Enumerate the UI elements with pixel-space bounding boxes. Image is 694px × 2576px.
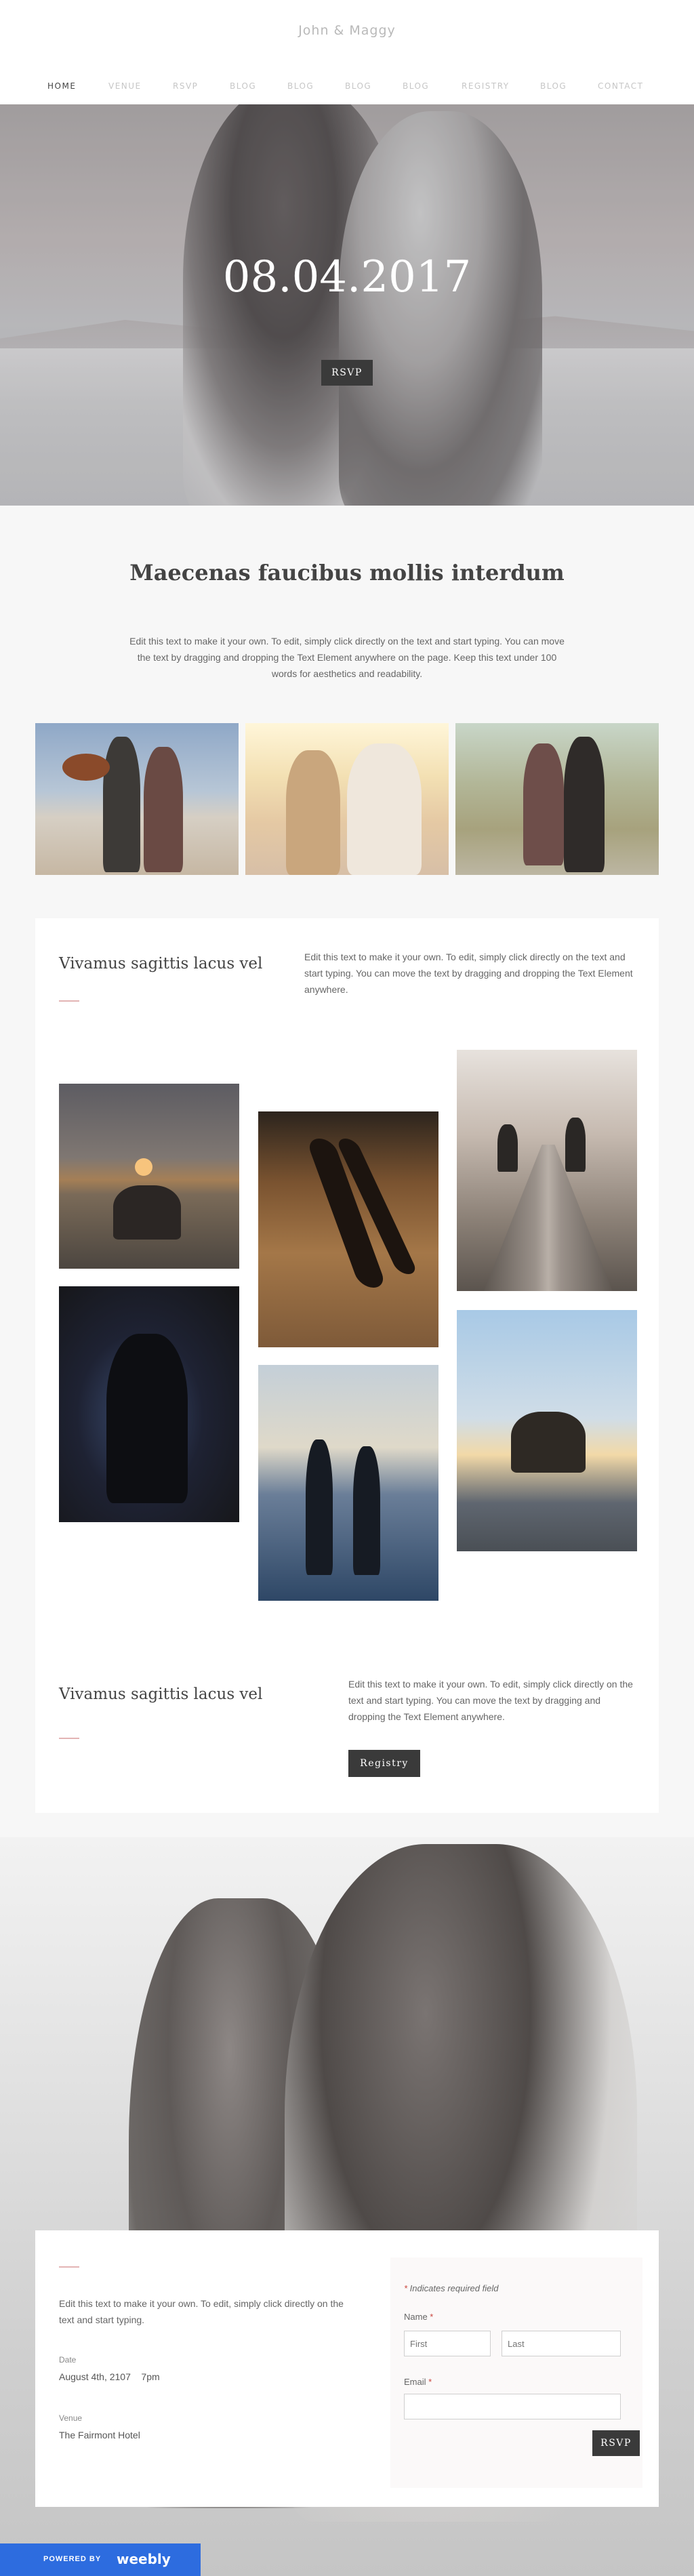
section1-divider <box>59 1000 79 1002</box>
registry-button[interactable]: Registry <box>348 1750 420 1777</box>
gallery-railway <box>457 1050 637 1291</box>
site-title[interactable]: John & Maggy <box>0 23 694 38</box>
weebly-logo: weebly <box>117 2551 171 2567</box>
email-input[interactable] <box>404 2394 621 2419</box>
hero-overlay <box>0 104 694 506</box>
gallery-night-couple <box>59 1286 239 1522</box>
photo-woman-figure <box>523 743 564 865</box>
photo-man-figure <box>103 737 140 872</box>
venue-label: Venue <box>59 2413 83 2423</box>
photo-man-figure <box>564 737 605 872</box>
intro-text: Edit this text to make it your own. To e… <box>129 636 565 679</box>
photo-couple-guitar <box>35 723 239 875</box>
gallery-sunrise-rocks <box>457 1310 637 1551</box>
date-label: Date <box>59 2355 77 2365</box>
nav-item-contact[interactable]: CONTACT <box>598 81 643 91</box>
photo-couple-path <box>455 723 659 875</box>
couple-silhouette <box>113 1185 181 1240</box>
photo-woman-figure <box>286 750 340 875</box>
person-silhouette <box>497 1124 518 1172</box>
gallery-couple-water <box>258 1365 438 1601</box>
email-field-label: Email * <box>404 2377 432 2387</box>
required-note: * Indicates required field <box>404 2283 499 2293</box>
nav-item-registry[interactable]: REGISTRY <box>462 81 510 91</box>
nav-item-venue[interactable]: VENUE <box>108 81 142 91</box>
nav-item-blog-3[interactable]: BLOG <box>345 81 371 91</box>
intro-heading: Maecenas faucibus mollis interdum <box>129 560 565 586</box>
name-field-label: Name * <box>404 2312 434 2322</box>
gallery-shadows-path <box>258 1111 438 1347</box>
rsvp-intro-text: Edit this text to make it your own. To e… <box>59 2298 344 2325</box>
woman-silhouette <box>353 1446 380 1575</box>
sun-shape <box>135 1158 152 1176</box>
nav-item-blog-5[interactable]: BLOG <box>540 81 567 91</box>
venue-value: The Fairmont Hotel <box>59 2430 140 2440</box>
section2-text: Edit this text to make it your own. To e… <box>348 1679 633 1722</box>
section2-title: Vivamus sagittis lacus vel <box>59 1685 263 1703</box>
gallery-sunset-couple <box>59 1084 239 1269</box>
powered-by-text: POWERED BY <box>43 2555 102 2563</box>
nav-item-home[interactable]: HOME <box>47 81 76 91</box>
site-header: John & Maggy HOME VENUE RSVP BLOG BLOG B… <box>0 0 694 104</box>
hero-banner: 08.04.2017 RSVP <box>0 104 694 506</box>
hero-date: 08.04.2017 <box>222 252 472 302</box>
photo-man-figure <box>347 743 422 875</box>
man-silhouette <box>306 1439 333 1575</box>
couple-silhouette <box>106 1334 188 1503</box>
hero-rsvp-button[interactable]: RSVP <box>321 360 373 386</box>
rsvp-divider <box>59 2266 79 2268</box>
main-nav: HOME VENUE RSVP BLOG BLOG BLOG BLOG REGI… <box>0 81 694 95</box>
section1-title: Vivamus sagittis lacus vel <box>59 955 263 973</box>
nav-item-blog-2[interactable]: BLOG <box>287 81 314 91</box>
last-name-input[interactable] <box>502 2331 621 2356</box>
weebly-badge[interactable]: POWERED BY weebly <box>0 2543 201 2576</box>
nav-item-blog-4[interactable]: BLOG <box>403 81 429 91</box>
nav-item-blog-1[interactable]: BLOG <box>230 81 256 91</box>
photo-woman-figure <box>144 747 183 872</box>
section1-text: Edit this text to make it your own. To e… <box>304 952 633 995</box>
rsvp-submit-button[interactable]: RSVP <box>592 2430 640 2456</box>
section2-divider <box>59 1738 79 1739</box>
rsvp-card: Edit this text to make it your own. To e… <box>35 2230 659 2507</box>
couple-silhouette <box>511 1412 586 1473</box>
nav-item-rsvp[interactable]: RSVP <box>173 81 198 91</box>
photo-couple-sunlight <box>245 723 449 875</box>
guitar-shape <box>62 754 110 781</box>
person-silhouette <box>565 1118 586 1172</box>
date-value: August 4th, 2107 7pm <box>59 2371 160 2382</box>
first-name-input[interactable] <box>404 2331 491 2356</box>
story-card: Vivamus sagittis lacus vel Edit this tex… <box>35 918 659 1813</box>
